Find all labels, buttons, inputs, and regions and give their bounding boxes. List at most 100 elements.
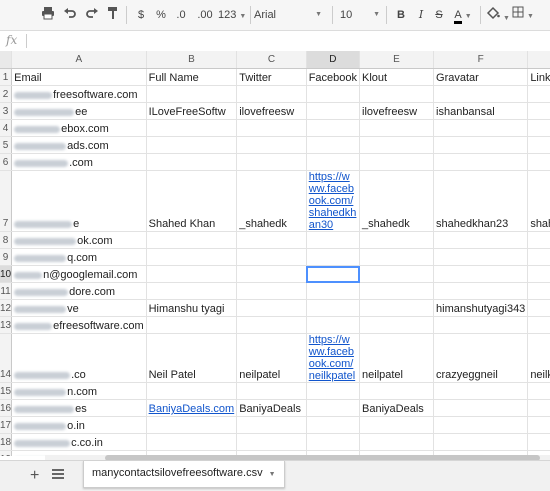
cell-g1[interactable]: Linkedin <box>527 68 550 86</box>
borders-button[interactable]: ▼ <box>512 6 534 24</box>
add-sheet-button[interactable]: + <box>30 467 39 485</box>
cell-g5[interactable] <box>527 136 550 154</box>
cell-a4[interactable]: ebox.com <box>11 119 147 137</box>
row-header[interactable]: 4 <box>0 119 13 137</box>
cell-g4[interactable] <box>527 119 550 137</box>
row-header[interactable]: 6 <box>0 153 13 171</box>
bold-button[interactable]: B <box>394 6 408 24</box>
cell-e17[interactable] <box>359 416 435 434</box>
cell-d11[interactable] <box>306 282 361 300</box>
cell-g14[interactable]: neilkpate <box>527 333 550 383</box>
percent-button[interactable]: % <box>154 6 168 24</box>
row-header[interactable]: 12 <box>0 299 13 317</box>
facebook-link[interactable]: https://www.facebook.com/shahedkhan30 <box>309 171 357 231</box>
cell-b3[interactable]: ILoveFreeSoftw <box>146 102 238 120</box>
facebook-link[interactable]: https://www.facebook.com/neilkpatel <box>309 334 355 382</box>
redo-icon[interactable] <box>84 6 100 24</box>
cell-f13[interactable] <box>433 316 529 334</box>
column-header-a[interactable]: A <box>11 51 147 69</box>
cell-b7[interactable]: Shahed Khan <box>146 170 238 232</box>
row-header[interactable]: 7 <box>0 170 13 232</box>
cell-c14[interactable]: neilpatel <box>236 333 307 383</box>
cell-e13[interactable] <box>359 316 435 334</box>
row-header[interactable]: 10 <box>0 265 13 283</box>
cell-e10[interactable] <box>359 265 435 283</box>
cell-d15[interactable] <box>306 382 361 400</box>
row-header[interactable]: 3 <box>0 102 13 120</box>
cell-f18[interactable] <box>433 433 529 451</box>
cell-c6[interactable] <box>236 153 307 171</box>
cell-a13[interactable]: efreesoftware.com <box>11 316 147 334</box>
cell-f15[interactable] <box>433 382 529 400</box>
cell-f3[interactable]: ishanbansal <box>433 102 529 120</box>
cell-f16[interactable] <box>433 399 529 417</box>
cell-g3[interactable] <box>527 102 550 120</box>
cell-d7[interactable]: https://www.facebook.com/shahedkhan30 <box>306 170 361 232</box>
cell-g11[interactable] <box>527 282 550 300</box>
cell-g2[interactable] <box>527 85 550 103</box>
cell-b17[interactable] <box>146 416 238 434</box>
cell-e15[interactable] <box>359 382 435 400</box>
cell-d16[interactable] <box>306 399 361 417</box>
cell-e8[interactable] <box>359 231 435 249</box>
cell-a11[interactable]: dore.com <box>11 282 147 300</box>
column-header-d[interactable]: D <box>306 51 361 69</box>
cell-c5[interactable] <box>236 136 307 154</box>
cell-a15[interactable]: n.com <box>11 382 147 400</box>
cell-e9[interactable] <box>359 248 435 266</box>
cell-g9[interactable] <box>527 248 550 266</box>
cell-a16[interactable]: es <box>11 399 147 417</box>
select-all-corner[interactable] <box>0 51 13 69</box>
font-size-select[interactable]: 10 ▼ <box>340 6 382 24</box>
all-sheets-icon[interactable] <box>52 469 64 481</box>
cell-a14[interactable]: .co <box>11 333 147 383</box>
increase-decimal-button[interactable]: .00 <box>194 6 216 24</box>
row-header[interactable]: 2 <box>0 85 13 103</box>
cell-c12[interactable] <box>236 299 307 317</box>
cell-f6[interactable] <box>433 153 529 171</box>
row-header[interactable]: 19 <box>0 450 13 456</box>
cell-b11[interactable] <box>146 282 238 300</box>
cell-c13[interactable] <box>236 316 307 334</box>
cell-e12[interactable] <box>359 299 435 317</box>
website-link[interactable]: BaniyaDeals.com <box>149 403 235 415</box>
cell-f17[interactable] <box>433 416 529 434</box>
cell-e1[interactable]: Klout <box>359 68 435 86</box>
cell-d10[interactable] <box>306 265 361 283</box>
cell-c15[interactable] <box>236 382 307 400</box>
cell-c2[interactable] <box>236 85 307 103</box>
cell-b15[interactable] <box>146 382 238 400</box>
decrease-decimal-button[interactable]: .0 <box>172 6 190 24</box>
cell-b13[interactable] <box>146 316 238 334</box>
fill-color-button[interactable]: ▼ <box>486 6 510 24</box>
cell-f11[interactable] <box>433 282 529 300</box>
cell-a7[interactable]: e <box>11 170 147 232</box>
cell-c8[interactable] <box>236 231 307 249</box>
cell-d13[interactable] <box>306 316 361 334</box>
cell-b10[interactable] <box>146 265 238 283</box>
cell-g12[interactable] <box>527 299 550 317</box>
cell-e4[interactable] <box>359 119 435 137</box>
cell-d17[interactable] <box>306 416 361 434</box>
cell-c11[interactable] <box>236 282 307 300</box>
cell-e7[interactable]: _shahedk <box>359 170 435 232</box>
cell-f12[interactable]: himanshutyagi343 <box>433 299 529 317</box>
row-header[interactable]: 5 <box>0 136 13 154</box>
cell-b16[interactable]: BaniyaDeals.com <box>146 399 238 417</box>
cell-c9[interactable] <box>236 248 307 266</box>
column-header-f[interactable]: F <box>433 51 529 69</box>
cell-a1[interactable]: Email <box>11 68 147 86</box>
cell-d12[interactable] <box>306 299 361 317</box>
cell-b12[interactable]: Himanshu tyagi <box>146 299 238 317</box>
column-header-c[interactable]: C <box>236 51 307 69</box>
cell-f1[interactable]: Gravatar <box>433 68 529 86</box>
cell-f9[interactable] <box>433 248 529 266</box>
cell-b2[interactable] <box>146 85 238 103</box>
row-header[interactable]: 14 <box>0 333 13 383</box>
cell-g15[interactable] <box>527 382 550 400</box>
cell-b18[interactable] <box>146 433 238 451</box>
font-family-select[interactable]: Arial ▼ <box>254 6 326 24</box>
column-header-e[interactable]: E <box>359 51 435 69</box>
cell-e14[interactable]: neilpatel <box>359 333 435 383</box>
cell-c7[interactable]: _shahedk <box>236 170 307 232</box>
